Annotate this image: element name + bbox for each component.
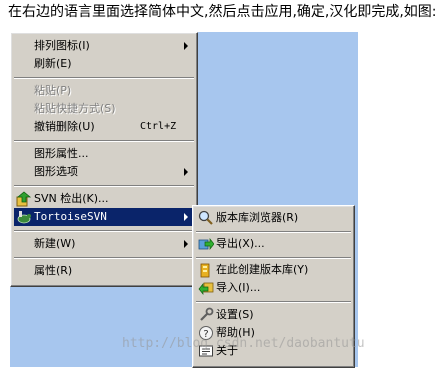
- desktop-context-menu: 排列图标(I) 刷新(E) 粘贴(P) 粘贴快捷方式(S) 撤销删除(U) Ct…: [10, 32, 198, 287]
- menu-separator: [14, 230, 194, 232]
- menu-item-label: 新建(W): [34, 237, 76, 250]
- wrench-icon: [200, 307, 214, 321]
- menu-item-arrange-icons[interactable]: 排列图标(I): [14, 37, 194, 55]
- shortcut-label: Ctrl+Z: [140, 121, 177, 132]
- menu-item-label: 图形选项: [34, 165, 78, 178]
- menu-item-label: 属性(R): [34, 264, 73, 277]
- menu-item-label: 刷新(E): [34, 57, 72, 70]
- tortoise-icon: [17, 211, 31, 224]
- menu-separator: [14, 77, 194, 79]
- menu-item-label: 图形属性...: [34, 147, 89, 160]
- menu-item-graphics-options[interactable]: 图形选项: [14, 163, 194, 181]
- export-icon: [198, 238, 214, 250]
- create-repository-icon: [200, 263, 210, 278]
- menu-item-tortoisesvn[interactable]: TortoiseSVN: [14, 208, 194, 226]
- menu-item-label: 粘贴(P): [34, 84, 72, 97]
- menu-item-label: 导出(X)...: [216, 237, 265, 250]
- caption-text: 在右边的语言里面选择简体中文,然后点击应用,确定,汉化即完成,如图:: [8, 4, 437, 20]
- menu-separator: [196, 231, 351, 233]
- menu-item-paste-shortcut[interactable]: 粘贴快捷方式(S): [14, 100, 194, 118]
- menu-item-label: 粘贴快捷方式(S): [34, 102, 116, 115]
- menu-separator: [14, 257, 194, 259]
- menu-item-label: 设置(S): [216, 308, 254, 321]
- svn-checkout-icon: [16, 191, 32, 207]
- menu-item-properties[interactable]: 属性(R): [14, 262, 194, 280]
- menu-item-label: 在此创建版本库(Y): [216, 263, 309, 276]
- menu-separator: [14, 140, 194, 142]
- menu-item-paste[interactable]: 粘贴(P): [14, 82, 194, 100]
- menu-item-label: TortoiseSVN: [34, 210, 107, 223]
- menu-item-svn-checkout[interactable]: SVN 检出(K)...: [14, 190, 194, 208]
- magnifier-icon: [198, 210, 213, 225]
- submenu-arrow-icon: [184, 168, 188, 176]
- watermark-text: http://blog.csdn.net/daobantutu: [122, 336, 365, 351]
- submenu-item-export[interactable]: 导出(X)...: [196, 235, 351, 253]
- menu-separator: [196, 257, 351, 259]
- menu-item-label: 撤销删除(U): [34, 120, 95, 133]
- menu-item-label: SVN 检出(K)...: [34, 192, 109, 205]
- submenu-arrow-icon: [184, 42, 188, 50]
- submenu-arrow-icon: [184, 213, 188, 221]
- menu-separator: [14, 185, 194, 187]
- menu-item-undo-delete[interactable]: 撤销删除(U) Ctrl+Z: [14, 118, 194, 136]
- import-icon: [198, 282, 214, 295]
- menu-item-graphics-properties[interactable]: 图形属性...: [14, 145, 194, 163]
- submenu-item-repo-browser[interactable]: 版本库浏览器(R): [196, 209, 351, 227]
- menu-item-label: 版本库浏览器(R): [216, 211, 299, 224]
- menu-item-new[interactable]: 新建(W): [14, 235, 194, 253]
- menu-separator: [196, 301, 351, 303]
- submenu-item-create-repo[interactable]: 在此创建版本库(Y): [196, 261, 351, 279]
- submenu-arrow-icon: [184, 240, 188, 248]
- menu-item-label: 导入(I)...: [216, 281, 261, 294]
- submenu-item-settings[interactable]: 设置(S): [196, 306, 351, 324]
- menu-item-label: 排列图标(I): [34, 39, 90, 52]
- submenu-item-import[interactable]: 导入(I)...: [196, 279, 351, 297]
- menu-item-refresh[interactable]: 刷新(E): [14, 55, 194, 73]
